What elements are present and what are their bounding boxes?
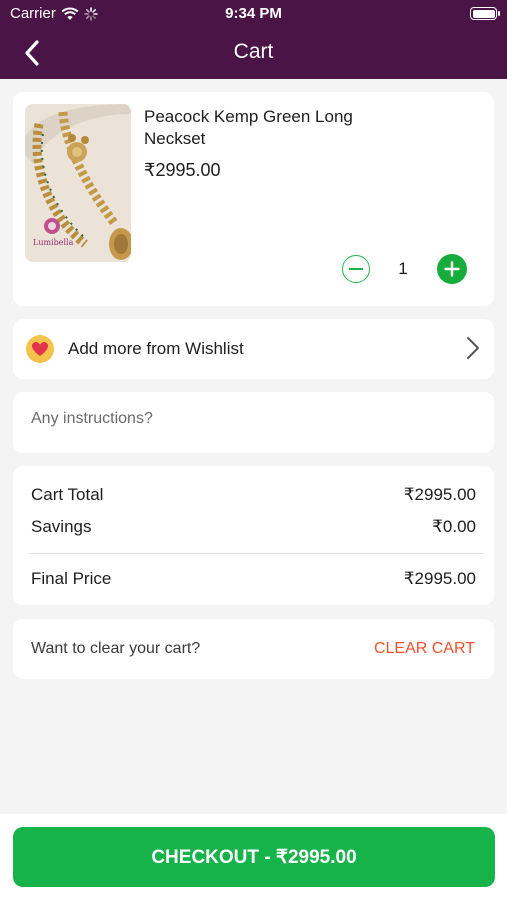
product-name[interactable]: Peacock Kemp Green Long Neckset — [144, 106, 394, 150]
chevron-right-icon — [467, 337, 479, 359]
image-brand-text: Lumibella — [33, 238, 74, 247]
increase-quantity-button[interactable] — [437, 254, 467, 284]
status-time: 9:34 PM — [225, 5, 282, 22]
savings-value: ₹0.00 — [432, 517, 476, 536]
heart-icon — [32, 342, 48, 356]
final-price-row: Final Price ₹2995.00 — [31, 569, 476, 589]
instructions-card — [13, 392, 494, 453]
divider — [29, 553, 484, 554]
wishlist-label: Add more from Wishlist — [68, 339, 244, 358]
final-price-label: Final Price — [31, 569, 112, 588]
nav-bar: Cart — [0, 28, 507, 79]
instructions-input[interactable] — [31, 410, 471, 428]
status-bar: Carrier 9:34 PM — [0, 0, 507, 28]
savings-label: Savings — [31, 517, 92, 536]
price-summary-card: Cart Total ₹2995.00 Savings ₹0.00 Final … — [13, 466, 494, 605]
cart-item-card: Lumibella Peacock Kemp Green Long Neckse… — [13, 92, 494, 306]
cart-total-value: ₹2995.00 — [403, 485, 476, 504]
final-price-value: ₹2995.00 — [403, 569, 476, 588]
add-from-wishlist-row[interactable]: Add more from Wishlist — [13, 319, 494, 379]
decrease-quantity-button[interactable] — [342, 255, 370, 283]
checkout-button[interactable]: CHECKOUT - ₹2995.00 — [13, 827, 495, 887]
quantity-value: 1 — [398, 259, 408, 278]
page-title: Cart — [233, 40, 274, 63]
clear-cart-question: Want to clear your cart? — [31, 640, 201, 657]
heart-badge — [26, 335, 54, 363]
battery-icon — [470, 7, 500, 20]
product-price: ₹2995.00 — [144, 160, 221, 180]
clear-cart-button[interactable]: CLEAR CART — [374, 640, 475, 658]
product-image[interactable]: Lumibella — [25, 104, 131, 262]
cart-total-row: Cart Total ₹2995.00 — [31, 485, 476, 505]
bottom-bar: CHECKOUT - ₹2995.00 — [0, 814, 507, 900]
savings-row: Savings ₹0.00 — [31, 517, 476, 537]
clear-cart-card: Want to clear your cart? CLEAR CART — [13, 619, 494, 679]
minus-circle-icon — [349, 268, 363, 270]
plus-circle-icon — [444, 261, 460, 277]
cart-total-label: Cart Total — [31, 485, 104, 504]
